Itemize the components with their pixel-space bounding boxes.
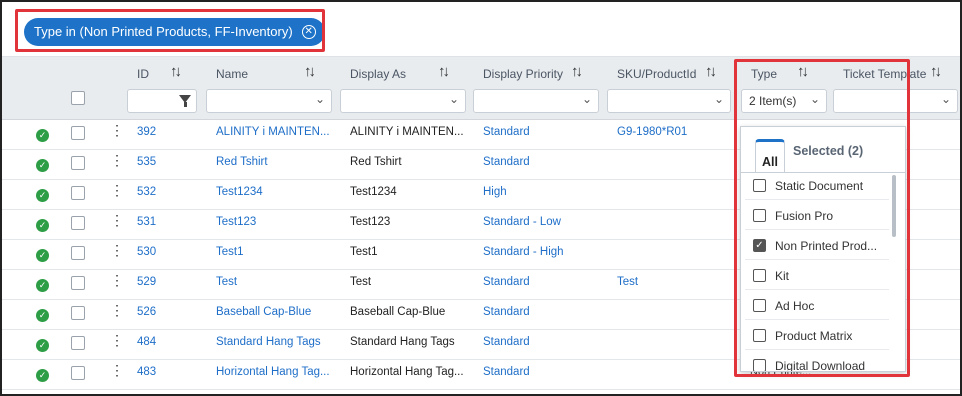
row-checkbox[interactable]: [71, 216, 85, 230]
priority-cell[interactable]: Standard: [483, 366, 530, 378]
display-as-cell: Test: [350, 276, 372, 288]
chevron-down-icon: ⌄: [713, 92, 724, 106]
row-checkbox[interactable]: [71, 156, 85, 170]
name-link[interactable]: ALINITY i MAINTEN...: [216, 126, 330, 138]
kebab-menu-icon[interactable]: ⋮: [110, 183, 124, 197]
display-as-cell: Red Tshirt: [350, 156, 402, 168]
status-ok-icon: ✓: [36, 279, 49, 292]
kebab-menu-icon[interactable]: ⋮: [110, 123, 124, 137]
priority-cell[interactable]: Standard: [483, 126, 530, 138]
row-checkbox[interactable]: [71, 306, 85, 320]
sort-icon[interactable]: ↑↓: [304, 63, 316, 80]
id-cell[interactable]: 531: [137, 216, 156, 228]
kebab-menu-icon[interactable]: ⋮: [110, 363, 124, 377]
name-link[interactable]: Test1: [216, 246, 244, 258]
name-link[interactable]: Baseball Cap-Blue: [216, 306, 311, 318]
kebab-menu-icon[interactable]: ⋮: [110, 303, 124, 317]
priority-cell[interactable]: Standard - High: [483, 246, 564, 258]
display-as-filter-select[interactable]: ⌄: [340, 89, 466, 113]
type-column-highlight-box: [734, 59, 910, 377]
id-cell[interactable]: 530: [137, 246, 156, 258]
priority-cell[interactable]: Standard: [483, 156, 530, 168]
display-as-cell: Standard Hang Tags: [350, 336, 455, 348]
status-ok-icon: ✓: [36, 369, 49, 382]
name-link[interactable]: Test1234: [216, 186, 263, 198]
id-cell[interactable]: 529: [137, 276, 156, 288]
id-cell[interactable]: 392: [137, 126, 156, 138]
sku-filter-select[interactable]: ⌄: [607, 89, 731, 113]
id-cell[interactable]: 535: [137, 156, 156, 168]
display-as-cell: Test1234: [350, 186, 397, 198]
sku-cell[interactable]: G9-1980*R01: [617, 126, 687, 138]
display-priority-filter-select[interactable]: ⌄: [473, 89, 599, 113]
sort-icon[interactable]: ↑↓: [571, 63, 583, 80]
row-checkbox[interactable]: [71, 246, 85, 260]
sort-icon[interactable]: ↑↓: [705, 63, 717, 80]
name-link[interactable]: Standard Hang Tags: [216, 336, 321, 348]
chevron-down-icon: ⌄: [314, 92, 325, 106]
status-ok-icon: ✓: [36, 159, 49, 172]
id-cell[interactable]: 484: [137, 336, 156, 348]
filter-chip-bar: Type in (Non Printed Products, FF-Invent…: [2, 2, 960, 57]
chip-highlight-box: [15, 9, 325, 52]
sku-cell[interactable]: Test: [617, 276, 638, 288]
priority-cell[interactable]: High: [483, 186, 507, 198]
status-ok-icon: ✓: [36, 189, 49, 202]
status-ok-icon: ✓: [36, 309, 49, 322]
row-checkbox[interactable]: [71, 276, 85, 290]
sort-icon[interactable]: ↑↓: [170, 63, 182, 80]
name-link[interactable]: Horizontal Hang Tag...: [216, 366, 330, 378]
display-as-cell: Baseball Cap-Blue: [350, 306, 446, 318]
funnel-icon[interactable]: [179, 95, 191, 107]
column-header-display-priority[interactable]: Display Priority: [483, 67, 563, 85]
row-checkbox[interactable]: [71, 186, 85, 200]
status-ok-icon: ✓: [36, 219, 49, 232]
name-link[interactable]: Test123: [216, 216, 256, 228]
chevron-down-icon: ⌄: [940, 92, 951, 106]
sort-icon[interactable]: ↑↓: [438, 63, 450, 80]
kebab-menu-icon[interactable]: ⋮: [110, 273, 124, 287]
display-as-cell: ALINITY i MAINTEN...: [350, 126, 464, 138]
row-checkbox[interactable]: [71, 366, 85, 380]
status-ok-icon: ✓: [36, 129, 49, 142]
display-as-cell: Test123: [350, 216, 391, 228]
chevron-down-icon: ⌄: [448, 92, 459, 106]
priority-cell[interactable]: Standard: [483, 276, 530, 288]
priority-cell[interactable]: Standard: [483, 306, 530, 318]
row-checkbox[interactable]: [71, 336, 85, 350]
row-checkbox[interactable]: [71, 126, 85, 140]
column-header-display-as[interactable]: Display As: [350, 67, 406, 85]
name-link[interactable]: Red Tshirt: [216, 156, 268, 168]
name-link[interactable]: Test: [216, 276, 237, 288]
column-header-id[interactable]: ID: [137, 67, 149, 85]
column-header-name[interactable]: Name: [216, 67, 248, 85]
chevron-down-icon: ⌄: [581, 92, 592, 106]
kebab-menu-icon[interactable]: ⋮: [110, 213, 124, 227]
status-ok-icon: ✓: [36, 339, 49, 352]
priority-cell[interactable]: Standard - Low: [483, 216, 561, 228]
display-as-cell: Test1: [350, 246, 378, 258]
status-ok-icon: ✓: [36, 249, 49, 262]
kebab-menu-icon[interactable]: ⋮: [110, 153, 124, 167]
display-as-cell: Horizontal Hang Tag...: [350, 366, 464, 378]
id-cell[interactable]: 483: [137, 366, 156, 378]
select-all-checkbox[interactable]: [71, 91, 85, 105]
id-cell[interactable]: 526: [137, 306, 156, 318]
kebab-menu-icon[interactable]: ⋮: [110, 243, 124, 257]
product-grid-window: Type in (Non Printed Products, FF-Invent…: [0, 0, 962, 396]
id-filter-input[interactable]: [127, 89, 197, 113]
column-header-sku[interactable]: SKU/ProductId: [617, 67, 696, 85]
priority-cell[interactable]: Standard: [483, 336, 530, 348]
sort-icon[interactable]: ↑↓: [930, 63, 942, 80]
name-filter-select[interactable]: ⌄: [206, 89, 332, 113]
kebab-menu-icon[interactable]: ⋮: [110, 333, 124, 347]
id-cell[interactable]: 532: [137, 186, 156, 198]
